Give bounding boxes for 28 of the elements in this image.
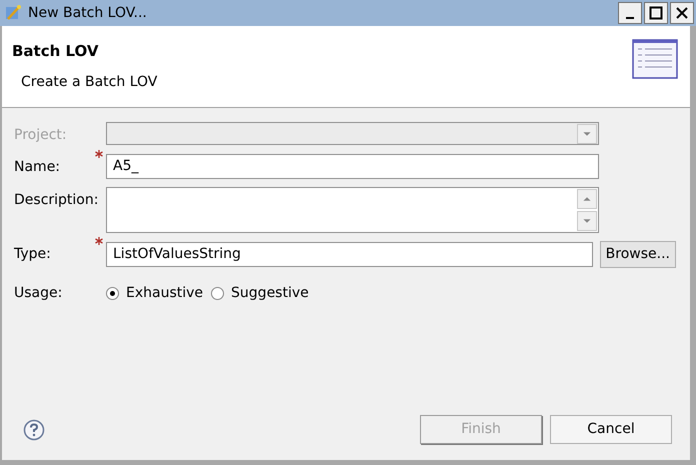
usage-radio[interactable]: Suggestive — [211, 283, 309, 304]
wand-icon — [4, 4, 22, 22]
field-label: Project: — [14, 126, 68, 145]
cancel-button[interactable]: Cancel — [550, 415, 672, 444]
header-subtitle: Create a Batch LOV — [21, 72, 158, 92]
list-icon — [632, 39, 680, 81]
close-button[interactable] — [670, 2, 694, 24]
header-title: Batch LOV — [12, 41, 100, 62]
maximize-button[interactable] — [644, 2, 668, 24]
minimize-button[interactable] — [618, 2, 642, 24]
field-label: Description: — [14, 191, 98, 210]
type-field[interactable]: ListOfValuesString — [106, 242, 593, 267]
name-field[interactable]: A5_ — [106, 154, 599, 179]
help-icon[interactable] — [23, 418, 45, 440]
description-field[interactable] — [106, 187, 599, 233]
scroll-up-icon[interactable] — [577, 189, 597, 209]
browse-button[interactable]: Browse... — [600, 241, 676, 268]
required-icon — [95, 150, 103, 158]
field-label: Type: — [14, 245, 52, 264]
window-title: New Batch LOV... — [28, 4, 147, 22]
maximize-icon — [649, 6, 663, 20]
usage-radio[interactable]: Exhaustive — [106, 283, 204, 304]
close-icon — [675, 6, 689, 20]
scroll-down-icon[interactable] — [577, 211, 597, 231]
field-label: Name: — [14, 158, 62, 177]
required-icon — [95, 237, 103, 245]
usage-label: Usage: — [14, 284, 64, 303]
minimize-icon — [626, 17, 634, 19]
